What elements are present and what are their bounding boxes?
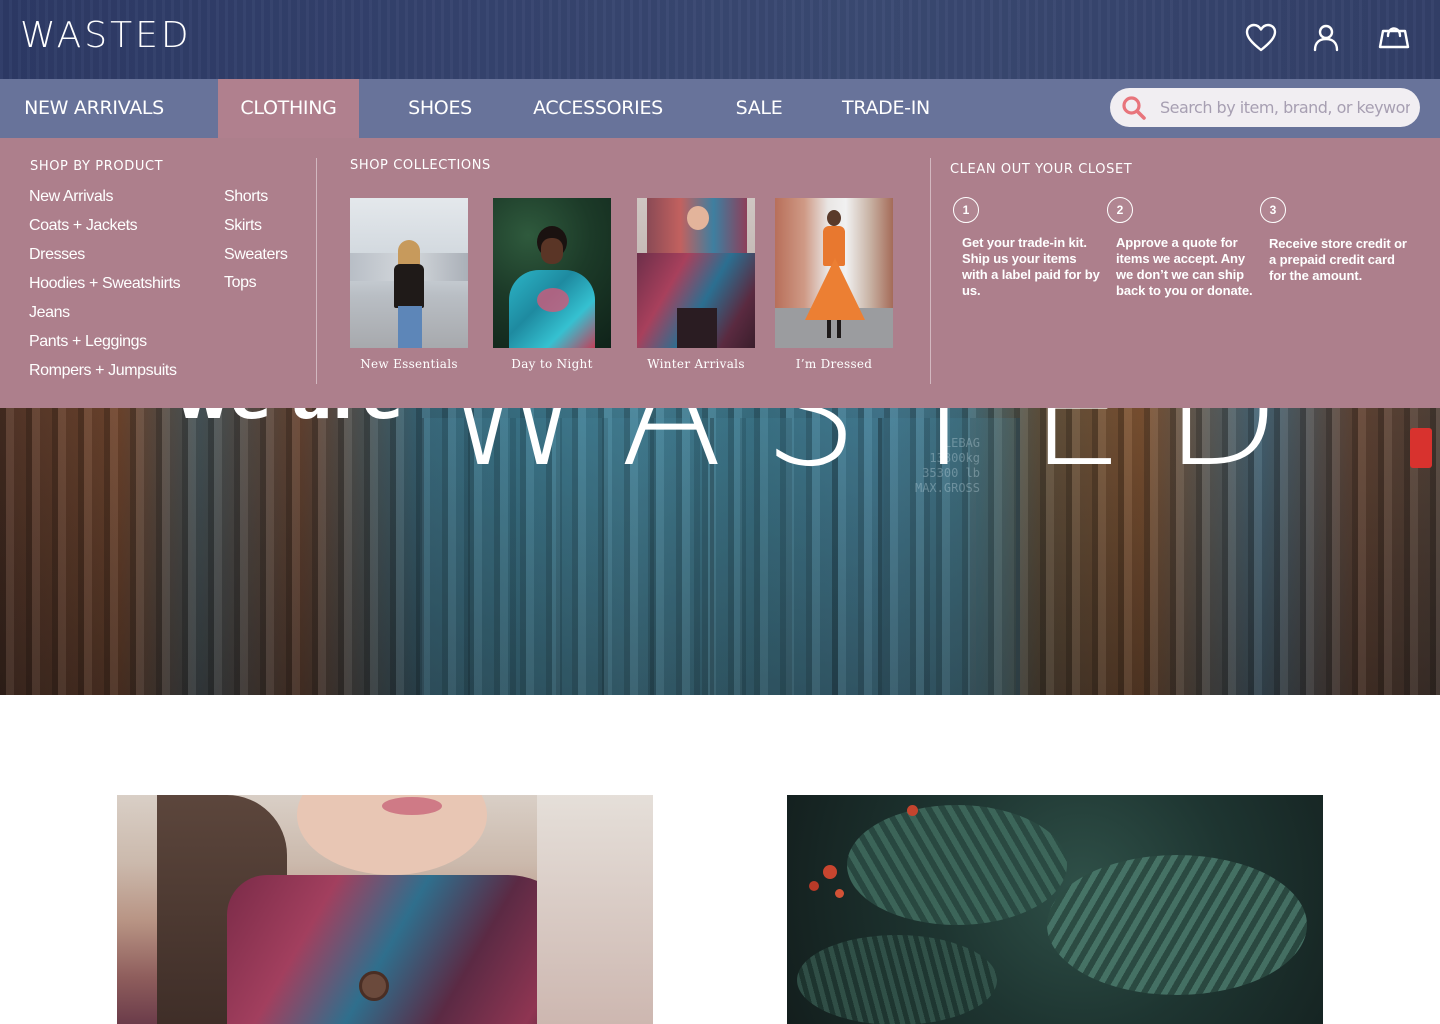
step-text: Get your trade-in kit. Ship us your item… xyxy=(962,235,1100,298)
collection-card-winter-arrivals[interactable]: Winter Arrivals xyxy=(637,198,755,371)
step-text: Receive store credit or a prepaid credit… xyxy=(1269,236,1407,283)
nav-trade-in[interactable]: TRADE-IN xyxy=(832,79,940,138)
search-icon[interactable] xyxy=(1120,94,1148,122)
clothing-mega-menu: SHOP BY PRODUCT New Arrivals Coats + Jac… xyxy=(0,138,1440,408)
step-text: Approve a quote for items we accept. Any… xyxy=(1116,235,1253,298)
step-number-badge: 3 xyxy=(1260,197,1286,223)
menu-link-shorts[interactable]: Shorts xyxy=(224,187,268,207)
clean-out-closet-heading: CLEAN OUT YOUR CLOSET xyxy=(950,162,1133,177)
collection-image xyxy=(637,198,755,348)
search-bar xyxy=(1110,88,1420,127)
menu-link-sweaters[interactable]: Sweaters xyxy=(224,245,288,265)
menu-divider xyxy=(316,158,317,384)
main-nav: NEW ARRIVALS CLOTHING SHOES ACCESSORIES … xyxy=(0,79,1440,138)
collection-image xyxy=(493,198,611,348)
featured-image-card-right[interactable] xyxy=(787,795,1323,1024)
collection-card-new-essentials[interactable]: New Essentials xyxy=(350,198,468,371)
nav-new-arrivals[interactable]: NEW ARRIVALS xyxy=(0,79,188,138)
heart-icon[interactable] xyxy=(1243,20,1279,56)
menu-link-pants-leggings[interactable]: Pants + Leggings xyxy=(29,332,147,352)
collection-caption: Day to Night xyxy=(511,357,593,371)
menu-link-rompers[interactable]: Rompers + Jumpsuits xyxy=(29,361,177,381)
step-number-badge: 1 xyxy=(953,197,979,223)
container-red-light xyxy=(1410,428,1432,468)
menu-link-skirts[interactable]: Skirts xyxy=(224,216,262,236)
nav-clothing[interactable]: CLOTHING xyxy=(218,79,359,138)
menu-link-hoodies[interactable]: Hoodies + Sweatshirts xyxy=(29,274,181,294)
menu-link-new-arrivals[interactable]: New Arrivals xyxy=(29,187,114,207)
collection-card-im-dressed[interactable]: I’m Dressed xyxy=(775,198,893,371)
collection-caption: I’m Dressed xyxy=(795,357,873,371)
search-input[interactable] xyxy=(1160,92,1410,123)
shop-collections-heading: SHOP COLLECTIONS xyxy=(350,158,491,173)
nav-shoes[interactable]: SHOES xyxy=(392,79,488,138)
nav-accessories[interactable]: ACCESSORIES xyxy=(520,79,676,138)
collection-card-day-to-night[interactable]: Day to Night xyxy=(493,198,611,371)
menu-link-tops[interactable]: Tops xyxy=(224,273,257,293)
shop-by-product-heading: SHOP BY PRODUCT xyxy=(30,159,164,174)
menu-link-coats-jackets[interactable]: Coats + Jackets xyxy=(29,216,138,236)
collection-image xyxy=(775,198,893,348)
site-logo[interactable]: WASTED xyxy=(20,14,192,58)
collection-caption: New Essentials xyxy=(360,357,458,371)
site-header: WASTED xyxy=(0,0,1440,79)
menu-link-dresses[interactable]: Dresses xyxy=(29,245,85,265)
featured-image-card-left[interactable] xyxy=(117,795,653,1024)
menu-divider xyxy=(930,158,931,384)
nav-sale[interactable]: SALE xyxy=(722,79,796,138)
user-icon[interactable] xyxy=(1308,20,1344,56)
shopping-bag-icon[interactable] xyxy=(1376,20,1412,56)
menu-link-jeans[interactable]: Jeans xyxy=(29,303,70,323)
step-number-badge: 2 xyxy=(1107,197,1133,223)
collection-caption: Winter Arrivals xyxy=(647,357,745,371)
collection-image xyxy=(350,198,468,348)
